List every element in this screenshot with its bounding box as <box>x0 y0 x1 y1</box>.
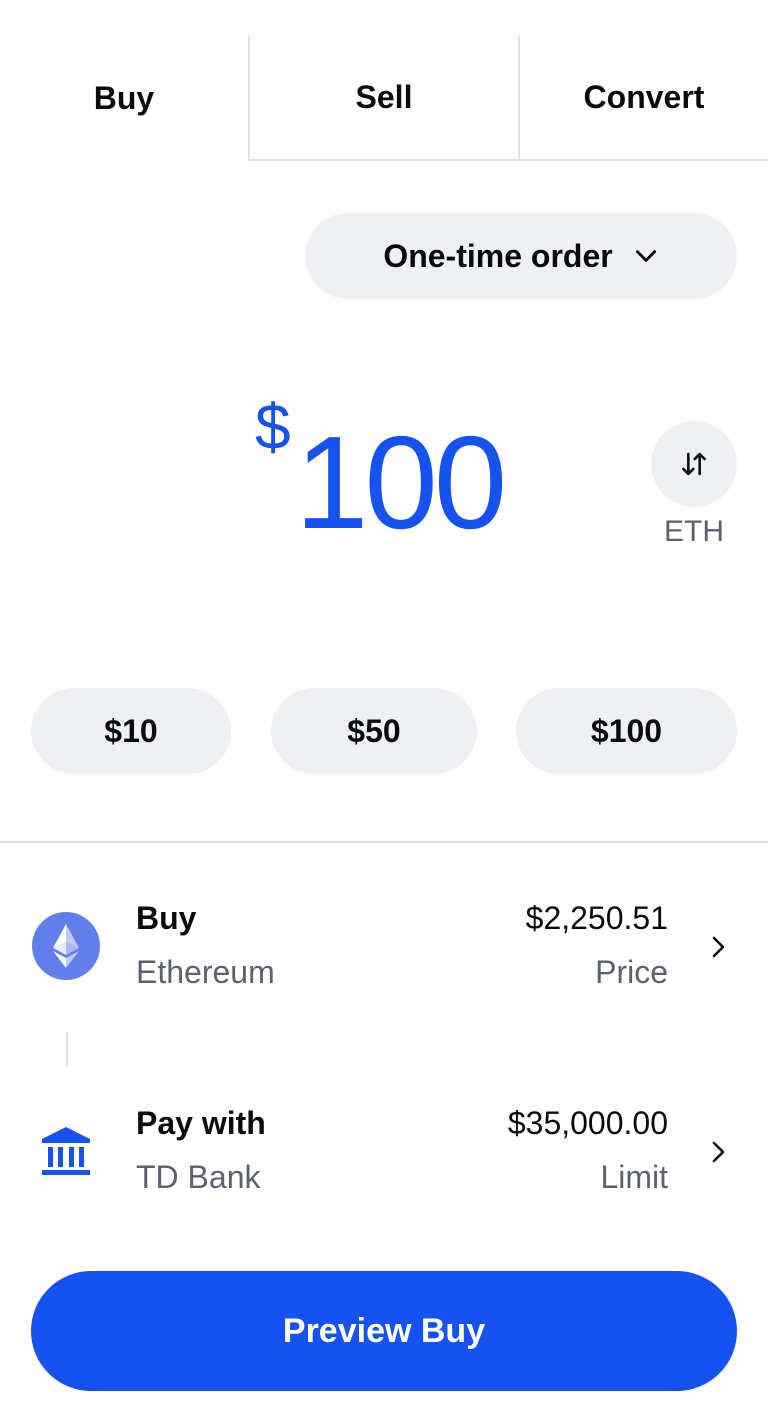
chevron-right-icon <box>712 1141 725 1163</box>
asset-row-title: Buy <box>136 900 197 936</box>
chevron-down-icon <box>635 250 656 262</box>
quick-amount-100-button[interactable]: $100 <box>516 688 737 774</box>
quick-amount-50-button[interactable]: $50 <box>271 688 477 774</box>
trade-tabs: Buy Sell Convert <box>0 35 768 161</box>
tab-buy[interactable]: Buy <box>0 35 248 161</box>
asset-price-label: Price <box>595 954 668 990</box>
payment-limit-amount: $35,000.00 <box>507 1105 668 1141</box>
row-connector-line <box>66 1032 68 1066</box>
payment-method-row[interactable]: Pay with TD Bank $35,000.00 Limit <box>0 1075 768 1225</box>
quick-amount-10-button[interactable]: $10 <box>31 688 231 774</box>
asset-selector-row[interactable]: Buy Ethereum $2,250.51 Price <box>0 870 768 1020</box>
bank-icon <box>42 1127 90 1175</box>
section-divider <box>0 841 768 843</box>
payment-limit-label: Limit <box>600 1159 668 1195</box>
chevron-right-icon <box>712 936 725 958</box>
swap-vertical-icon <box>682 452 706 476</box>
asset-price: $2,250.51 <box>525 900 668 936</box>
tab-sell[interactable]: Sell <box>248 35 518 161</box>
currency-symbol: $ <box>255 391 291 463</box>
order-type-dropdown[interactable]: One-time order <box>305 213 737 299</box>
payment-method-name: TD Bank <box>136 1159 261 1195</box>
amount-value: 100 <box>295 409 507 556</box>
toggle-currency-label: ETH <box>664 515 724 548</box>
asset-name: Ethereum <box>136 954 275 990</box>
ethereum-icon <box>32 912 100 980</box>
preview-buy-button[interactable]: Preview Buy <box>31 1271 737 1391</box>
tab-convert[interactable]: Convert <box>518 35 768 161</box>
payment-row-title: Pay with <box>136 1105 266 1141</box>
switch-currency-button[interactable] <box>651 421 737 507</box>
order-type-label: One-time order <box>383 237 613 274</box>
